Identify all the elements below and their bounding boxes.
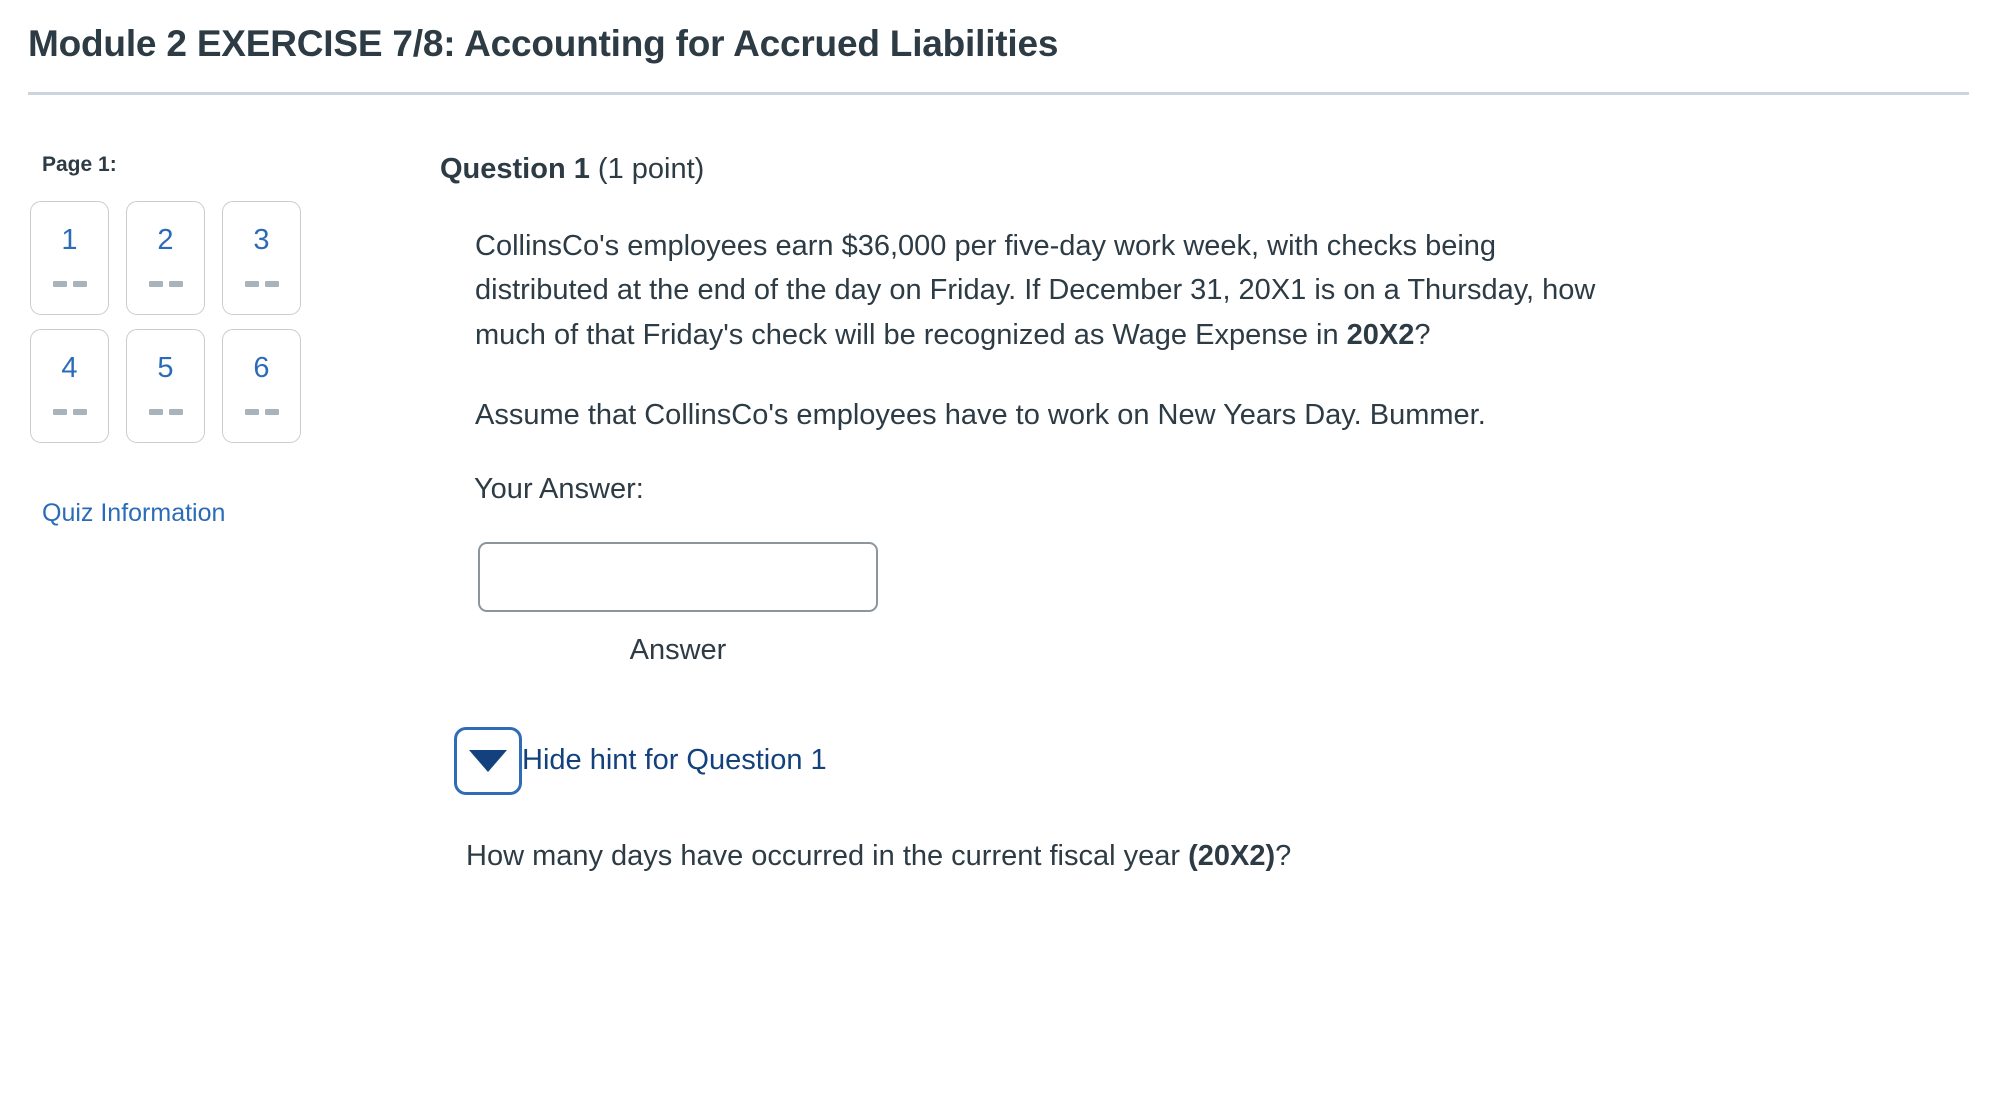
hide-hint-link[interactable]: Hide hint for Question 1 bbox=[522, 746, 827, 775]
question-content: Question 1 (1 point) CollinsCo's employe… bbox=[440, 153, 1997, 878]
hint-toggle-row: Hide hint for Question 1 bbox=[454, 726, 1957, 795]
hint-text-tail: ? bbox=[1275, 839, 1292, 872]
hint-text: How many days have occurred in the curre… bbox=[466, 835, 1957, 879]
question-status-dashes-icon bbox=[148, 409, 183, 416]
question-paragraph-2: Assume that CollinsCo's employees have t… bbox=[475, 398, 1486, 431]
page-header: Module 2 EXERCISE 7/8: Accounting for Ac… bbox=[0, 0, 1997, 66]
question-nav-button-6[interactable]: 6 bbox=[222, 329, 301, 444]
hint-text-lead: How many days have occurred in the curre… bbox=[466, 839, 1189, 872]
question-nav-button-4[interactable]: 4 bbox=[30, 329, 109, 444]
question-nav-number: 1 bbox=[61, 224, 78, 257]
question-nav-number: 6 bbox=[253, 352, 270, 385]
question-nav-number: 3 bbox=[253, 224, 270, 257]
hide-hint-toggle-button[interactable] bbox=[454, 726, 522, 795]
question-paragraph-1-emphasis: 20X2 bbox=[1346, 318, 1415, 351]
question-points-label: (1 point) bbox=[597, 153, 705, 186]
page-title: Module 2 EXERCISE 7/8: Accounting for Ac… bbox=[28, 23, 1059, 64]
question-nav-cell: 3 bbox=[222, 201, 318, 329]
question-status-dashes-icon bbox=[52, 409, 87, 416]
question-nav-button-5[interactable]: 5 bbox=[126, 329, 205, 444]
page-label: Page 1: bbox=[42, 153, 117, 177]
question-nav-number: 4 bbox=[61, 352, 78, 385]
question-nav-cell: 6 bbox=[222, 329, 318, 457]
question-status-dashes-icon bbox=[52, 281, 87, 288]
answer-field-wrapper: Answer bbox=[478, 541, 878, 667]
question-nav-cell: 2 bbox=[126, 201, 222, 329]
question-header: Question 1 (1 point) bbox=[440, 153, 1957, 186]
question-paragraph-1-tail: ? bbox=[1414, 318, 1431, 351]
answer-input[interactable] bbox=[478, 541, 878, 612]
question-status-dashes-icon bbox=[148, 281, 183, 288]
question-number-label: Question 1 bbox=[440, 153, 590, 186]
question-nav-button-1[interactable]: 1 bbox=[30, 201, 109, 316]
answer-field-caption: Answer bbox=[629, 633, 727, 666]
question-status-dashes-icon bbox=[244, 281, 279, 288]
quiz-information-link[interactable]: Quiz Information bbox=[42, 499, 225, 528]
question-navigation-sidebar: Page 1: 1 2 3 4 5 6 Quiz Information bbox=[0, 153, 440, 528]
question-nav-button-2[interactable]: 2 bbox=[126, 201, 205, 316]
question-body: CollinsCo's employees earn $36,000 per f… bbox=[475, 224, 1635, 436]
hint-text-emphasis: (20X2) bbox=[1188, 839, 1276, 872]
question-nav-cell: 4 bbox=[30, 329, 126, 457]
question-status-dashes-icon bbox=[244, 409, 279, 416]
chevron-down-icon bbox=[469, 749, 507, 772]
question-nav-cell: 1 bbox=[30, 201, 126, 329]
question-nav-number: 2 bbox=[157, 224, 174, 257]
question-button-grid: 1 2 3 4 5 6 bbox=[30, 201, 330, 457]
quiz-body: Page 1: 1 2 3 4 5 6 Quiz Information Que… bbox=[0, 95, 1997, 878]
question-nav-number: 5 bbox=[157, 352, 174, 385]
your-answer-label: Your Answer: bbox=[474, 472, 644, 505]
question-paragraph-1: CollinsCo's employees earn $36,000 per f… bbox=[475, 224, 1635, 356]
question-nav-button-3[interactable]: 3 bbox=[222, 201, 301, 316]
question-nav-cell: 5 bbox=[126, 329, 222, 457]
